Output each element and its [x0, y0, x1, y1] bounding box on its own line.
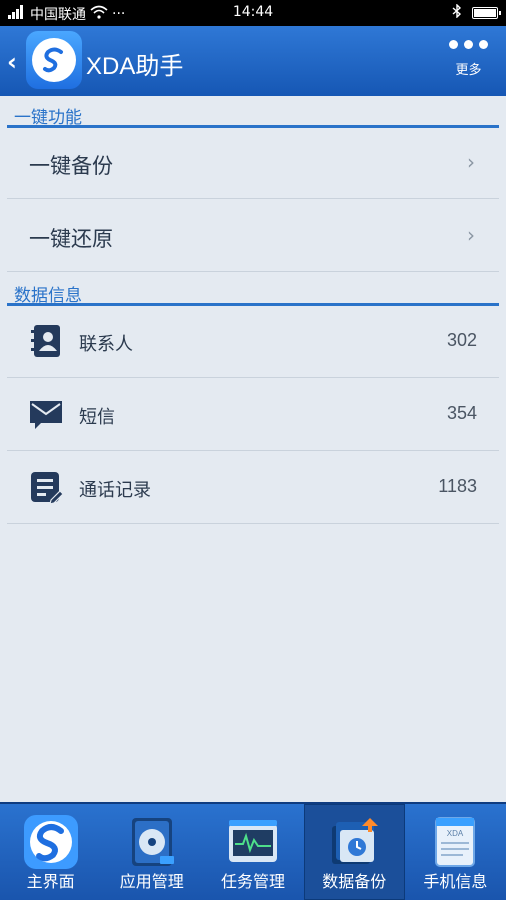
- nav-data-backup[interactable]: 数据备份: [303, 804, 405, 900]
- task-manage-icon: [225, 814, 281, 870]
- svg-text:XDA: XDA: [447, 829, 464, 838]
- row-label: 联系人: [79, 334, 133, 355]
- home-logo-icon: [23, 814, 79, 870]
- page-title: XDA助手: [86, 53, 184, 80]
- chevron-right-icon: ›: [467, 223, 475, 247]
- row-label: 通话记录: [79, 480, 151, 501]
- one-key-restore-row[interactable]: 一键还原 ›: [7, 199, 499, 272]
- nav-label: 手机信息: [423, 872, 488, 891]
- envelope-icon: [29, 397, 63, 431]
- more-dots-icon: [449, 40, 488, 49]
- contacts-row[interactable]: 联系人 302: [7, 305, 499, 378]
- bluetooth-icon: [452, 3, 462, 22]
- one-key-backup-row[interactable]: 一键备份 ›: [7, 128, 499, 199]
- status-right: [452, 3, 501, 22]
- nav-task-manage[interactable]: 任务管理: [202, 804, 303, 900]
- row-label: 一键还原: [29, 227, 113, 251]
- app-logo-icon[interactable]: [26, 31, 82, 89]
- more-button[interactable]: 更多: [449, 40, 488, 78]
- more-label: 更多: [455, 63, 482, 78]
- phone-info-icon: XDA: [427, 814, 483, 870]
- row-count: 302: [446, 330, 477, 350]
- section-header-one-key: 一键功能: [0, 98, 506, 128]
- data-backup-icon: [326, 814, 382, 870]
- row-count: 354: [446, 403, 477, 423]
- clock: 14:44: [232, 4, 274, 20]
- app-header: ‹ XDA助手 更多: [0, 26, 506, 96]
- nav-app-manage[interactable]: 应用管理: [101, 804, 202, 900]
- call-log-icon: [29, 470, 64, 505]
- status-bar: 中国联通 ··· 14:44: [0, 0, 506, 26]
- row-count: 1183: [438, 476, 477, 496]
- sms-row[interactable]: 短信 354: [7, 378, 499, 451]
- back-chevron-icon[interactable]: ‹: [7, 48, 17, 76]
- battery-icon: [472, 7, 501, 19]
- nav-label: 数据备份: [322, 872, 387, 891]
- nav-label: 应用管理: [119, 872, 184, 891]
- nav-label: 主界面: [26, 872, 75, 891]
- contacts-book-icon: [29, 324, 63, 358]
- chevron-right-icon: ›: [467, 150, 475, 174]
- nav-label: 任务管理: [221, 872, 286, 891]
- call-log-row[interactable]: 通话记录 1183: [7, 451, 499, 524]
- nav-home[interactable]: 主界面: [0, 804, 101, 900]
- section-header-data-info: 数据信息: [0, 276, 506, 306]
- row-label: 短信: [79, 407, 115, 428]
- row-label: 一键备份: [29, 154, 113, 178]
- app-manage-icon: [124, 814, 180, 870]
- bottom-nav: 主界面 应用管理 任务管理 数据备份 XDA 手机信息: [0, 802, 506, 900]
- nav-phone-info[interactable]: XDA 手机信息: [405, 804, 506, 900]
